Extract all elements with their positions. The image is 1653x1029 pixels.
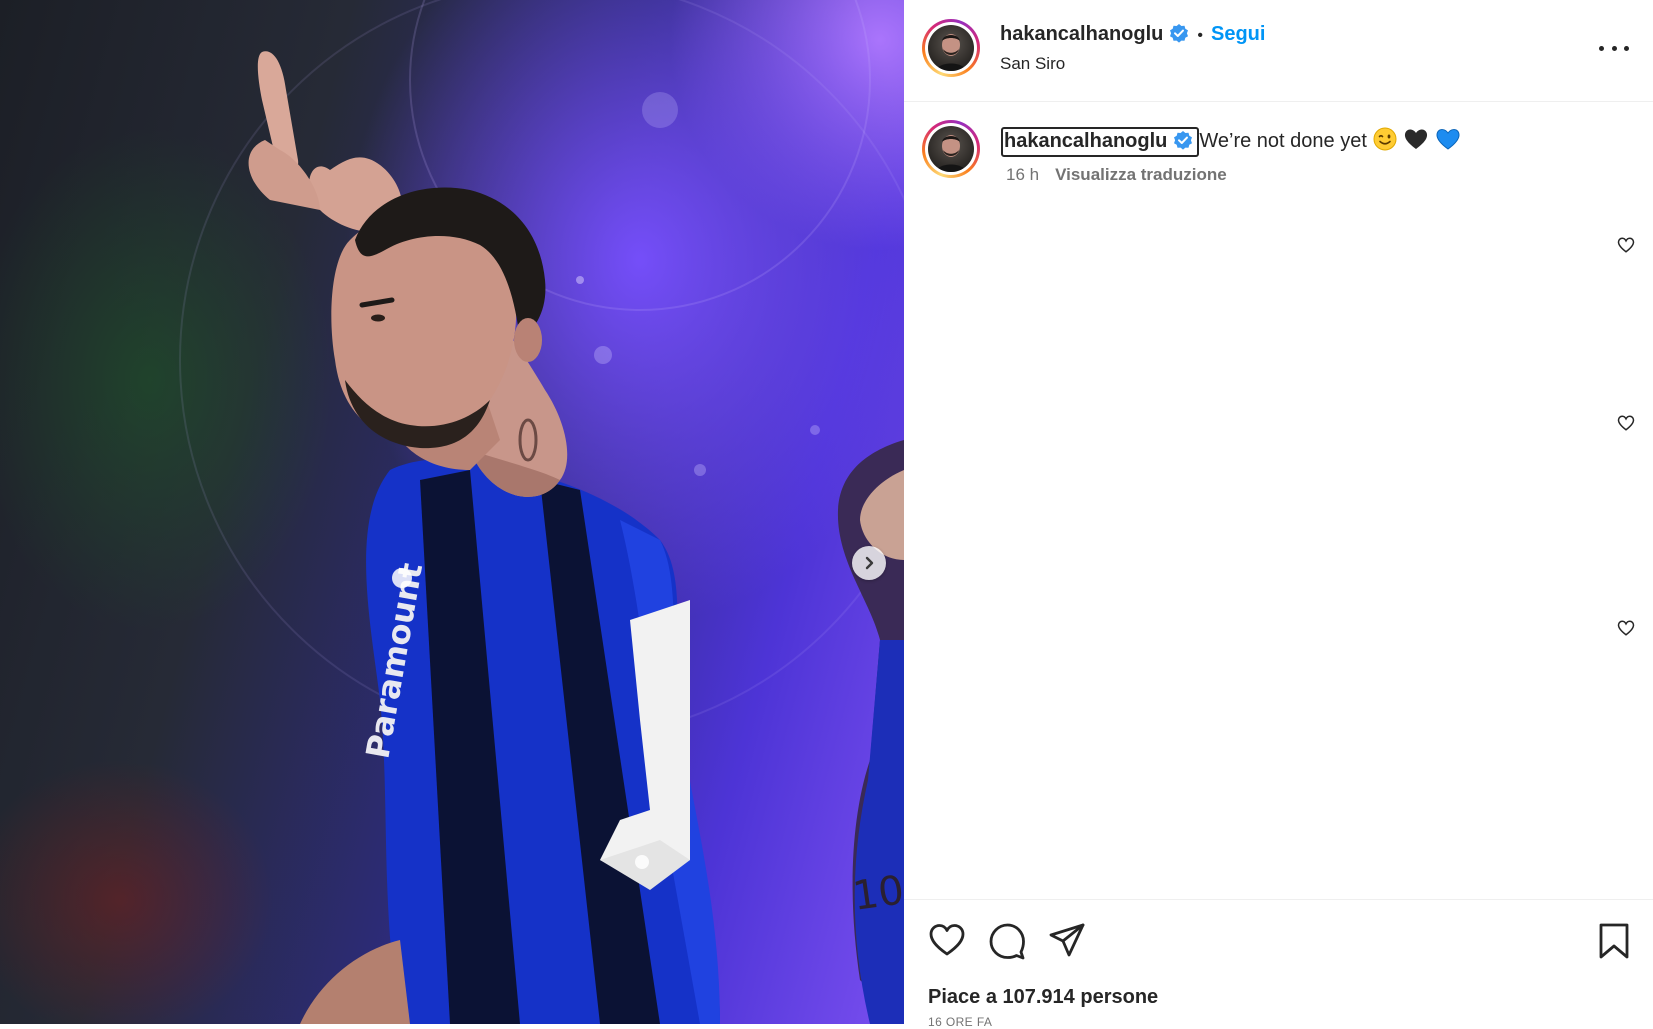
post-header: hakancalhanoglu • Segui San Siro [904, 0, 1653, 102]
comment-icon[interactable] [988, 922, 1026, 960]
caption-line: hakancalhanoglu We’re not done yet [1001, 127, 1461, 157]
post-location[interactable]: San Siro [1000, 54, 1065, 74]
comment-like-heart-icon[interactable] [1617, 236, 1635, 254]
more-options-icon[interactable] [1599, 36, 1629, 60]
comment-like-heart-icon[interactable] [1617, 619, 1635, 637]
caption-avatar-image [928, 126, 974, 172]
caption-username[interactable]: hakancalhanoglu [1001, 127, 1200, 157]
follow-button[interactable]: Segui [1211, 23, 1265, 45]
svg-text:10: 10 [850, 867, 904, 920]
heart-icon[interactable] [928, 922, 966, 958]
blue-heart-icon [1436, 129, 1460, 150]
header-title-row: hakancalhanoglu • Segui [1000, 23, 1265, 46]
caption-text: We’re not done yet [1199, 130, 1367, 152]
verified-badge-icon [1174, 131, 1193, 150]
separator-dot: • [1197, 27, 1203, 44]
post-media[interactable]: 10 Paramount [0, 0, 904, 1024]
caption-avatar[interactable] [922, 120, 980, 178]
bookmark-icon[interactable] [1598, 922, 1630, 960]
avatar-image [928, 25, 974, 71]
avatar[interactable] [922, 19, 980, 77]
winking-face-icon [1373, 127, 1397, 151]
comment-like-heart-icon[interactable] [1617, 414, 1635, 432]
chevron-right-icon [865, 556, 874, 570]
post-details-panel: hakancalhanoglu • Segui San Siro hakanca… [904, 0, 1653, 1029]
post-username[interactable]: hakancalhanoglu [1000, 23, 1163, 45]
verified-badge-icon [1170, 24, 1189, 43]
caption-meta: 16 h Visualizza traduzione [1006, 165, 1227, 185]
caption-time[interactable]: 16 h [1006, 165, 1039, 184]
post-photo: 10 Paramount [179, 0, 904, 1024]
send-icon[interactable] [1048, 922, 1086, 960]
black-heart-icon [1404, 129, 1427, 149]
action-bar: Piace a 107.914 persone 16 ORE FA [904, 899, 1653, 1029]
likes-count[interactable]: Piace a 107.914 persone [928, 986, 1158, 1009]
next-image-button[interactable] [852, 546, 886, 580]
post-timestamp[interactable]: 16 ORE FA [928, 1015, 992, 1029]
caption-username-text: hakancalhanoglu [1004, 130, 1168, 152]
translate-button[interactable]: Visualizza traduzione [1055, 165, 1227, 184]
